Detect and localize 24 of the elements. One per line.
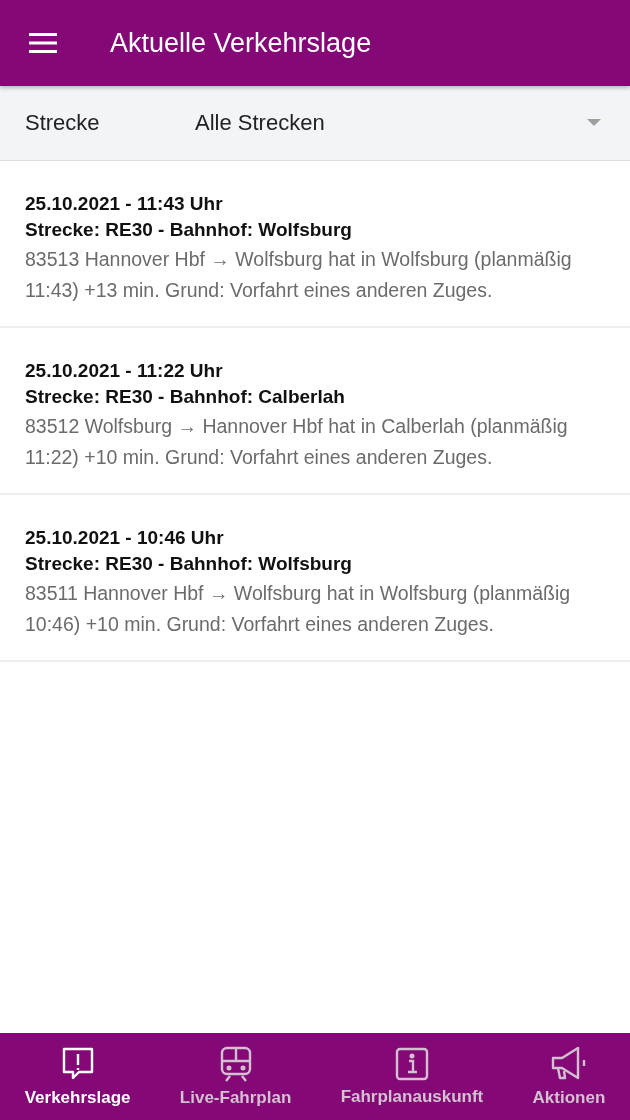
message-time: 25.10.2021 - 11:22 Uhr — [25, 359, 224, 383]
route-dropdown[interactable]: Alle Strecken — [195, 110, 605, 136]
info-icon — [394, 1046, 429, 1081]
message-time: 25.10.2021 - 11:43 Uhr — [25, 192, 224, 216]
nav-tab[interactable]: Fahrplanauskunft — [334, 1046, 490, 1107]
message-text: 83511 Hannover Hbf → Wolfsburg hat in Wolfsburg (planmäßig 10:46) +10 min. Grund: Vorfahrt eines anderen Zuges. — [25, 581, 572, 637]
nav-tab[interactable]: Live-Fahrplan — [173, 1045, 298, 1108]
dropdown-caret-icon — [587, 119, 601, 127]
message-route: Strecke: RE30 - Bahnhof: Wolfsburg — [25, 218, 353, 242]
message-time: 25.10.2021 - 10:46 Uhr — [25, 526, 225, 550]
message-text: 83513 Hannover Hbf → Wolfsburg hat in Wolfsburg (planmäßig 11:43) +13 min. Grund: Vorfahrt eines anderen Zuges. — [25, 247, 573, 303]
message-item[interactable]: 25.10.2021 - 10:46 Uhr Strecke: RE30 - Bahnhof: Wolfsburg 83511 Hannover Hbf → Wolfsburg hat in Wolfsburg (planmäßig 10:46) +10 min. Grund: Vorfahrt eines anderen Zuges. — [0, 495, 630, 662]
message-text: 83512 Wolfsburg → Hannover Hbf hat in Calberlah (planmäßig 11:22) +10 min. Grund: Vorfahrt eines anderen Zuges. — [25, 414, 569, 470]
app-title: Aktuelle Verkehrslage — [110, 27, 372, 59]
message-item[interactable]: 25.10.2021 - 11:43 Uhr Strecke: RE30 - Bahnhof: Wolfsburg 83513 Hannover Hbf → Wolfsburg hat in Wolfsburg (planmäßig 11:43) +13 min. Grund: Vorfahrt eines anderen Zuges. — [0, 161, 630, 328]
train-icon — [218, 1045, 253, 1082]
menu-icon[interactable] — [28, 32, 58, 54]
message-item[interactable]: 25.10.2021 - 11:22 Uhr Strecke: RE30 - Bahnhof: Calberlah 83512 Wolfsburg → Hannover Hbf hat in Calberlah (planmäßig 11:22) +10 min. Grund: Vorfahrt eines anderen Zuges. — [0, 328, 630, 495]
filter-label: Strecke — [25, 110, 101, 136]
message-route: Strecke: RE30 - Bahnhof: Calberlah — [25, 385, 346, 409]
nav-tab[interactable]: Aktionen — [526, 1045, 612, 1108]
megaphone-icon — [549, 1045, 588, 1082]
message-route: Strecke: RE30 - Bahnhof: Wolfsburg — [25, 552, 353, 576]
nav-tab[interactable]: Verkehrslage — [18, 1045, 137, 1108]
